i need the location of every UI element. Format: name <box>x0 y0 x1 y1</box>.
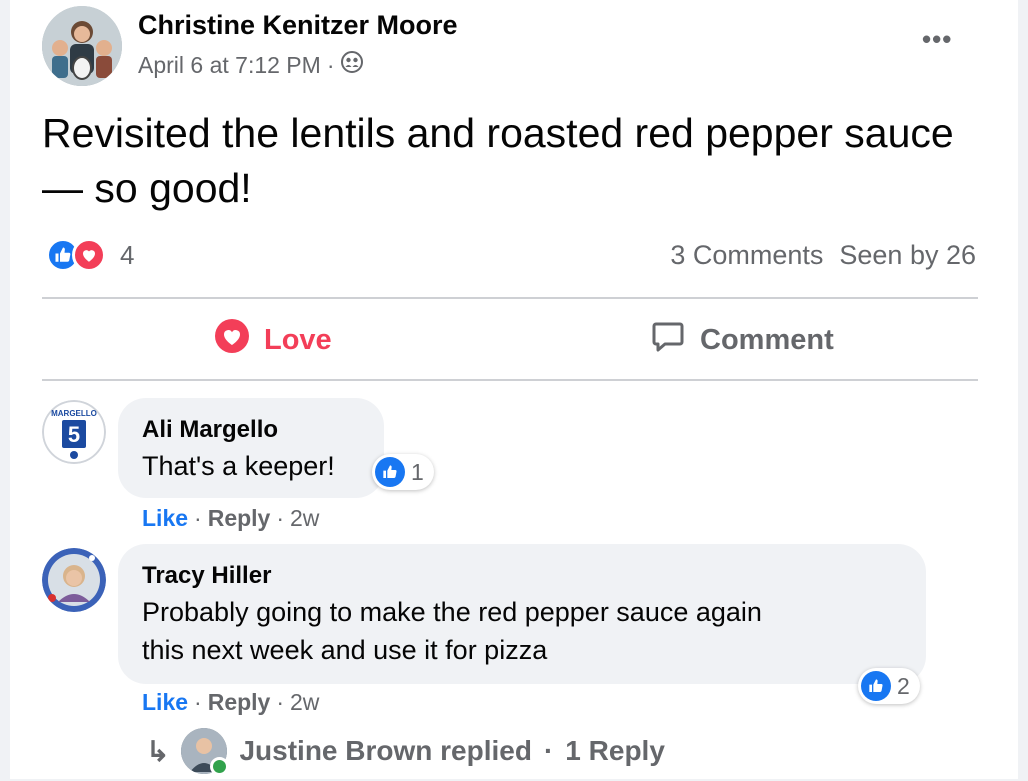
commenter-name[interactable]: Tracy Hiller <box>142 562 271 590</box>
love-reaction-icon <box>214 318 250 362</box>
replies-text: Justine Brown replied <box>239 735 532 766</box>
separator: · <box>276 689 285 715</box>
friends-icon[interactable] <box>340 50 364 80</box>
reply-arrow-icon: ↳ <box>146 735 170 767</box>
commenter-avatar[interactable]: MARGELLO 5 <box>42 400 106 464</box>
comment-label: Comment <box>700 323 834 356</box>
post-meta: April 6 at 7:12 PM · <box>138 50 364 80</box>
like-icon <box>375 457 405 487</box>
separator: · <box>543 735 554 766</box>
comment-reply-button[interactable]: Reply <box>208 689 271 716</box>
reaction-count: 4 <box>120 239 135 270</box>
comment-text-line: Probably going to make the red pepper sa… <box>142 597 762 627</box>
post-stats: 3 Comments Seen by 26 <box>670 240 976 271</box>
meta-separator: · <box>326 51 335 78</box>
separator: · <box>194 689 202 715</box>
post-author[interactable]: Christine Kenitzer Moore <box>138 10 458 41</box>
comment-age[interactable]: 2w <box>290 505 319 532</box>
seen-by-link[interactable]: Seen by 26 <box>839 240 976 271</box>
reaction-count: 2 <box>897 672 910 699</box>
comment-icon <box>650 318 686 362</box>
comment-age[interactable]: 2w <box>290 689 319 716</box>
view-replies-link[interactable]: ↳ Justine Brown replied · 1 Reply <box>146 728 665 776</box>
more-options-button[interactable]: ••• <box>922 24 952 55</box>
comment-like-button[interactable]: Like <box>142 505 188 532</box>
comment-reaction-badge[interactable]: 2 <box>858 668 920 704</box>
love-label: Love <box>264 323 332 356</box>
comment-button[interactable]: Comment <box>650 316 834 364</box>
divider-top <box>42 297 978 299</box>
avatar-jersey-number: 5 <box>68 422 80 447</box>
comment-actions: Like · Reply · 2w <box>142 505 319 532</box>
online-status-dot <box>210 757 230 776</box>
comment-bubble: Ali Margello That's a keeper! <box>118 398 384 498</box>
separator: · <box>276 505 285 531</box>
replier-avatar <box>181 728 230 776</box>
reaction-count: 1 <box>411 458 424 485</box>
post-text: Revisited the lentils and roasted red pe… <box>42 110 954 211</box>
comment-actions: Like · Reply · 2w <box>142 689 319 716</box>
comment-bubble: Tracy Hiller Probably going to make the … <box>118 544 926 684</box>
comment-text-line: this next week and use it for pizza <box>142 635 548 665</box>
like-icon <box>861 671 891 701</box>
comment-reply-button[interactable]: Reply <box>208 505 271 532</box>
post-date[interactable]: April 6 at 7:12 PM <box>138 52 321 79</box>
avatar-jersey-name: MARGELLO <box>51 409 97 418</box>
author-avatar[interactable] <box>42 6 122 86</box>
love-button[interactable]: Love <box>214 316 332 364</box>
divider-bottom <box>42 379 978 381</box>
comment-text: That's a keeper! <box>142 451 335 481</box>
post-card: Christine Kenitzer Moore April 6 at 7:12… <box>10 0 1018 779</box>
replies-count: 1 Reply <box>565 735 665 766</box>
comment-like-button[interactable]: Like <box>142 689 188 716</box>
separator: · <box>194 505 202 531</box>
commenter-avatar[interactable] <box>42 548 106 612</box>
reactions-summary[interactable]: 4 <box>46 238 134 272</box>
commenter-name[interactable]: Ali Margello <box>142 416 278 444</box>
love-icon <box>72 238 106 272</box>
comments-count-link[interactable]: 3 Comments <box>670 240 823 271</box>
comment-reaction-badge[interactable]: 1 <box>372 454 434 490</box>
